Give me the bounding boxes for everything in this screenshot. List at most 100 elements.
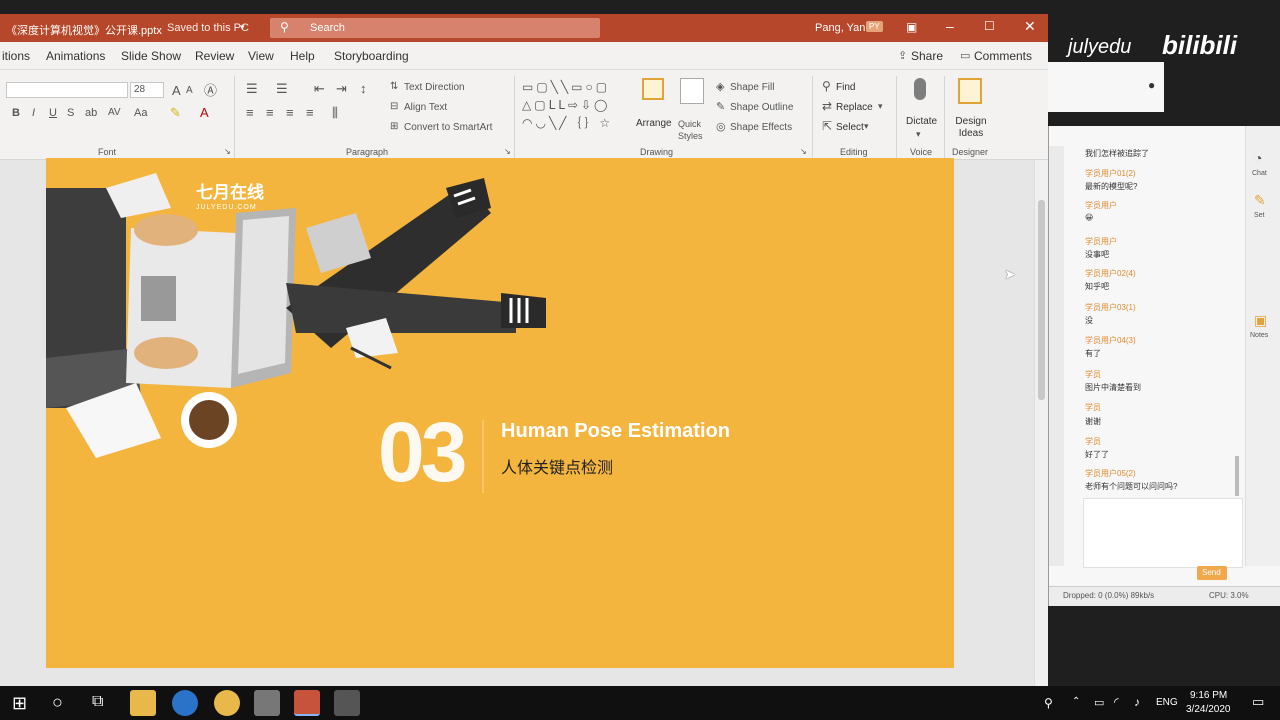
tab-transitions[interactable]: itions [2,49,30,63]
obs-icon[interactable] [334,690,360,716]
chevron-down-icon[interactable]: ▾ [916,130,921,139]
network-icon[interactable]: ▭ [1094,696,1104,709]
language-indicator[interactable]: ENG [1156,697,1178,708]
align-right-icon[interactable]: ≡ [286,106,294,119]
char-spacing-icon[interactable]: AV [108,108,121,118]
save-status[interactable]: Saved to this PC [167,22,249,34]
app-icon[interactable] [254,690,280,716]
user-name[interactable]: Pang, Yan [815,22,865,34]
shape-fill-button[interactable]: Shape Fill [730,82,774,93]
select-button[interactable]: Select [836,122,864,133]
dictate-button[interactable]: Dictate [906,116,937,127]
tab-view[interactable]: View [248,49,274,63]
strikethrough-icon[interactable]: ab [85,108,97,119]
clock-time[interactable]: 9:16 PM [1190,690,1227,701]
clear-format-icon[interactable]: Ⓐ [204,84,217,97]
ribbon-display-icon[interactable]: ▣ [906,20,917,34]
underline-icon[interactable]: U [49,108,57,119]
design-ideas-button[interactable]: Design Ideas [954,116,988,140]
bullets-icon[interactable]: ☰ [246,82,258,95]
close-icon[interactable]: ✕ [1024,18,1036,35]
numbering-icon[interactable]: ☰ [276,82,288,95]
clock-date[interactable]: 3/24/2020 [1186,704,1231,715]
line-spacing-icon[interactable]: ↕ [360,82,367,95]
arrange-button[interactable]: Arrange [636,118,672,129]
shadow-icon[interactable]: S [67,108,74,119]
chat-icon[interactable]: ◔ [1254,150,1262,166]
quick-styles-icon[interactable] [680,78,704,104]
slide-canvas[interactable]: 七月在线 JULYEDU.COM 03 Human Pose Estimatio… [46,158,954,668]
people-icon[interactable]: ⚲ [1044,696,1053,710]
comments-button[interactable]: Comments [974,49,1032,63]
italic-icon[interactable]: I [32,108,35,119]
minimize-icon[interactable]: – [946,18,954,34]
wifi-icon[interactable]: ◜ [1114,695,1119,709]
increase-font-icon[interactable]: A [172,84,181,97]
align-left-icon[interactable]: ≡ [246,106,254,119]
align-center-icon[interactable]: ≡ [266,106,274,119]
tab-storyboarding[interactable]: Storyboarding [334,49,409,63]
chat-input[interactable] [1083,498,1243,568]
font-name-box[interactable] [6,82,128,98]
tab-review[interactable]: Review [195,49,234,63]
notes-icon[interactable]: ▣ [1254,312,1267,329]
send-button[interactable]: Send [1197,566,1227,580]
scrollbar-thumb[interactable] [1038,200,1045,400]
font-size-box[interactable]: 28 [130,82,164,98]
highlight-icon[interactable]: ✎ [170,106,181,119]
chevron-down-icon[interactable]: ▾ [878,102,883,111]
dialog-launcher-icon[interactable]: ↘ [224,148,231,156]
file-explorer-icon[interactable] [130,690,156,716]
shapes-gallery[interactable]: ▭▢╲╲▭○▢ △▢ᒪᒪ⇨⇩◯ ◠◡╲╱｛｝☆ [522,78,630,132]
tab-help[interactable]: Help [290,49,315,63]
chat-message-name: 学员 [1085,370,1101,379]
share-button[interactable]: Share [911,49,943,63]
leg-lower [286,283,516,333]
chrome-icon[interactable] [214,690,240,716]
bold-icon[interactable]: B [12,108,20,119]
align-text-button[interactable]: Align Text [404,102,447,113]
task-view-icon[interactable]: ⧉ [92,693,103,711]
chat-message-text: 最新的模型呢? [1085,182,1138,191]
columns-icon[interactable]: ⫼ [332,106,338,119]
dialog-launcher-icon[interactable]: ↘ [504,148,511,156]
shape-effects-button[interactable]: Shape Effects [730,122,792,133]
vertical-scrollbar[interactable] [1034,160,1048,686]
chat-message-text: 有了 [1085,349,1101,358]
font-color-icon[interactable]: A [200,106,209,119]
notification-icon[interactable]: ▭ [1252,694,1264,710]
tab-animations[interactable]: Animations [46,49,105,63]
laptop-touchpad [141,276,176,321]
change-case-icon[interactable]: Aa [134,108,147,119]
cortana-icon[interactable]: ○ [52,692,63,713]
powerpoint-icon[interactable] [294,690,320,716]
volume-icon[interactable]: ♪ [1134,695,1140,709]
find-button[interactable]: Find [836,82,855,93]
chevron-down-icon[interactable]: ▾ [240,22,245,33]
outdent-icon[interactable]: ⇥ [336,82,347,95]
maximize-icon[interactable]: ☐ [984,19,995,33]
quick-styles-button[interactable]: Quick Styles [678,118,708,142]
user-avatar[interactable]: PY [866,21,883,32]
settings-icon[interactable]: ✎ [1254,192,1266,209]
text-direction-button[interactable]: Text Direction [404,82,465,93]
indent-icon[interactable]: ⇤ [314,82,325,95]
decrease-font-icon[interactable]: A [186,86,193,96]
dialog-launcher-icon[interactable]: ↘ [800,148,807,156]
shape-outline-button[interactable]: Shape Outline [730,102,793,113]
chat-scrollbar[interactable] [1235,456,1239,496]
convert-smartart-button[interactable]: Convert to SmartArt [404,122,492,133]
chevron-down-icon[interactable]: ▾ [864,122,869,131]
replace-button[interactable]: Replace [836,102,873,113]
justify-icon[interactable]: ≡ [306,106,314,119]
arrange-icon[interactable] [642,78,664,100]
edge-icon[interactable] [172,690,198,716]
record-icon[interactable]: ● [1148,78,1155,92]
design-ideas-icon[interactable] [958,78,982,104]
search-box[interactable]: ⚲ Search [270,18,600,38]
tab-slide-show[interactable]: Slide Show [121,49,181,63]
microphone-icon[interactable] [914,78,926,100]
chat-message-name: 学员用户05(2) [1085,469,1136,478]
windows-start-icon[interactable]: ⊞ [12,693,27,714]
tray-arrow-icon[interactable]: ⌃ [1072,696,1080,707]
